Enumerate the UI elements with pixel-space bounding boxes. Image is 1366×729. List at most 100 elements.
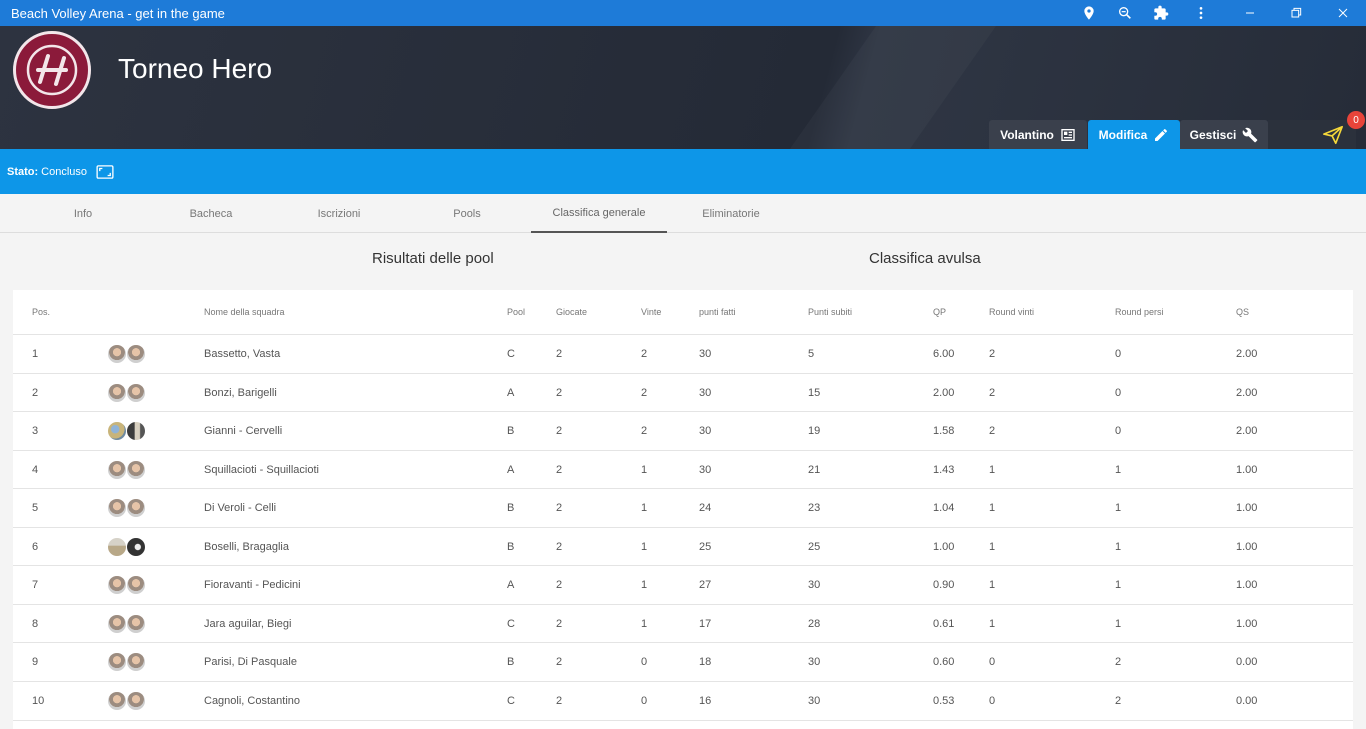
modifica-button[interactable]: Modifica — [1088, 120, 1180, 149]
table-row[interactable]: 5 Di Veroli - Celli B 2 1 24 23 1.04 1 1 1.00 — [13, 489, 1353, 528]
team-avatars[interactable] — [107, 691, 146, 711]
gestisci-label: Gestisci — [1189, 127, 1237, 142]
minimize-icon[interactable] — [1235, 0, 1265, 26]
table-row[interactable]: 7 Fioravanti - Pedicini A 2 1 27 30 0.90 1 1 1.00 — [13, 566, 1353, 605]
table-row[interactable]: 10 Cagnoli, Costantino C 2 0 16 30 0.53 0 2 0.00 — [13, 682, 1353, 721]
table-row[interactable]: 8 Jara aguilar, Biegi C 2 1 17 28 0.61 1 1 1.00 — [13, 605, 1353, 643]
tab-pools[interactable]: Pools — [399, 194, 535, 233]
zoom-icon[interactable] — [1110, 0, 1140, 26]
player-avatar[interactable] — [126, 575, 146, 595]
volantino-button[interactable]: Volantino — [989, 120, 1087, 149]
player-avatar[interactable] — [126, 691, 146, 711]
volantino-label: Volantino — [1000, 127, 1054, 142]
player-avatar[interactable] — [107, 652, 127, 672]
row-points-scored: 25 — [699, 540, 712, 553]
team-avatars[interactable] — [107, 652, 146, 672]
player-avatar[interactable] — [107, 575, 127, 595]
tab-info[interactable]: Info — [15, 194, 151, 233]
header-won[interactable]: Vinte — [641, 307, 661, 317]
player-avatar[interactable] — [126, 421, 146, 441]
row-rounds-won: 1 — [989, 540, 996, 553]
player-avatar[interactable] — [126, 344, 146, 364]
player-avatar[interactable] — [126, 536, 146, 557]
table-row[interactable]: 3 Gianni - Cervelli B 2 2 30 19 1.58 2 0 2.00 — [13, 412, 1353, 451]
table-row[interactable]: 9 Parisi, Di Pasquale B 2 0 18 30 0.60 0 2 0.00 — [13, 643, 1353, 682]
location-pin-icon[interactable] — [1074, 0, 1104, 26]
header-points-conceded[interactable]: Punti subiti — [808, 307, 852, 317]
table-header-row: Pos. Nome della squadra Pool Giocate Vin… — [13, 290, 1353, 335]
table-row[interactable]: 1 Bassetto, Vasta C 2 2 30 5 6.00 2 0 2.00 — [13, 335, 1353, 374]
send-notification-button[interactable] — [1268, 120, 1356, 149]
row-points-conceded: 28 — [808, 617, 821, 630]
row-points-conceded: 15 — [808, 386, 821, 399]
team-avatars[interactable] — [107, 459, 146, 480]
extensions-icon[interactable] — [1146, 0, 1176, 26]
pencil-icon — [1155, 128, 1168, 141]
header-pool[interactable]: Pool — [507, 307, 525, 317]
more-vert-icon[interactable] — [1186, 0, 1216, 26]
row-rounds-won: 0 — [989, 695, 996, 707]
player-avatar[interactable] — [126, 652, 146, 672]
row-pool: B — [507, 540, 515, 553]
header-played[interactable]: Giocate — [556, 307, 587, 317]
status-value: Concluso — [41, 165, 88, 178]
player-avatar[interactable] — [107, 382, 127, 403]
row-points-conceded: 23 — [808, 502, 821, 514]
table-row[interactable]: 2 Bonzi, Barigelli A 2 2 30 15 2.00 2 0 2.00 — [13, 374, 1353, 412]
player-avatar[interactable] — [107, 536, 127, 557]
team-avatars[interactable] — [107, 613, 146, 634]
row-pos: 5 — [32, 502, 39, 514]
row-pos: 10 — [32, 695, 45, 707]
player-avatar[interactable] — [107, 459, 127, 480]
row-rounds-lost: 1 — [1115, 579, 1122, 591]
row-rounds-won: 1 — [989, 617, 996, 630]
team-avatars[interactable] — [107, 382, 146, 403]
close-icon[interactable] — [1328, 0, 1358, 26]
tab-classifica-generale[interactable]: Classifica generale — [531, 194, 667, 233]
pool-results-title[interactable]: Risultati delle pool — [372, 250, 494, 267]
team-avatars[interactable] — [107, 575, 146, 595]
team-avatars[interactable] — [107, 498, 146, 518]
tab-bacheca[interactable]: Bacheca — [143, 194, 279, 233]
row-won: 1 — [641, 579, 648, 591]
tab-iscrizioni[interactable]: Iscrizioni — [271, 194, 407, 233]
gestisci-button[interactable]: Gestisci — [1180, 120, 1268, 149]
restore-icon[interactable] — [1281, 0, 1311, 26]
row-pos: 4 — [32, 463, 39, 476]
player-avatar[interactable] — [126, 613, 146, 634]
row-rounds-won: 1 — [989, 579, 996, 591]
header-rounds-won[interactable]: Round vinti — [989, 307, 1034, 317]
team-avatars[interactable] — [107, 536, 146, 557]
header-pos[interactable]: Pos. — [32, 307, 50, 317]
header-points-scored[interactable]: punti fatti — [699, 307, 736, 317]
header-rounds-lost[interactable]: Round persi — [1115, 307, 1164, 317]
team-avatars[interactable] — [107, 344, 146, 364]
player-avatar[interactable] — [107, 613, 127, 634]
fullscreen-icon[interactable] — [96, 164, 114, 179]
row-rounds-won: 1 — [989, 463, 996, 476]
team-avatars[interactable] — [107, 421, 146, 441]
header-team[interactable]: Nome della squadra — [204, 307, 285, 317]
row-pool: C — [507, 695, 515, 707]
player-avatar[interactable] — [107, 691, 127, 711]
row-qs: 0.00 — [1236, 695, 1258, 707]
header-qs[interactable]: QS — [1236, 307, 1249, 317]
classifica-avulsa-title[interactable]: Classifica avulsa — [869, 250, 981, 267]
table-row[interactable]: 4 Squillacioti - Squillacioti A 2 1 30 21 1.43 1… — [13, 451, 1353, 489]
row-pool: C — [507, 617, 515, 630]
player-avatar[interactable] — [126, 382, 146, 403]
header-qp[interactable]: QP — [933, 307, 946, 317]
player-avatar[interactable] — [107, 498, 127, 518]
row-qs: 0.00 — [1236, 656, 1258, 668]
tournament-header: Torneo Hero Volantino Modifica Gestisci — [0, 26, 1366, 149]
row-pos: 2 — [32, 386, 39, 399]
player-avatar[interactable] — [126, 498, 146, 518]
row-qp: 0.53 — [933, 695, 955, 707]
row-team-name: Bonzi, Barigelli — [204, 386, 277, 399]
player-avatar[interactable] — [126, 459, 146, 480]
row-points-scored: 30 — [699, 425, 712, 437]
tab-eliminatorie[interactable]: Eliminatorie — [663, 194, 799, 233]
table-row[interactable]: 6 Boselli, Bragaglia B 2 1 25 25 1.00 1 1 1.00 — [13, 528, 1353, 566]
player-avatar[interactable] — [107, 421, 127, 441]
player-avatar[interactable] — [107, 344, 127, 364]
